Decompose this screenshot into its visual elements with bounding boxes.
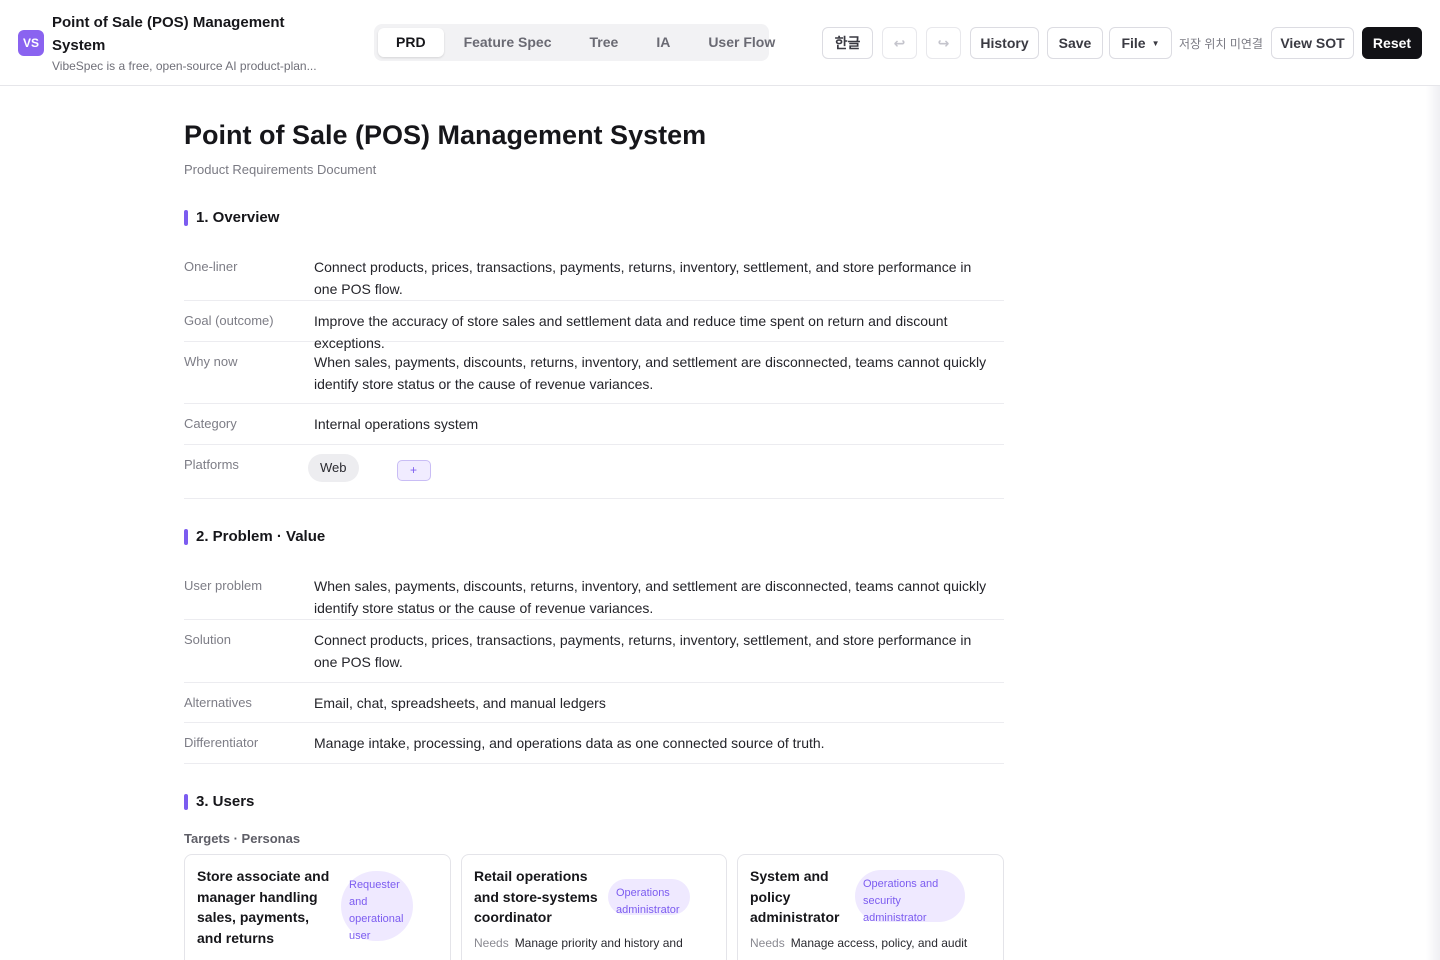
field-row: Goal (outcome) Improve the accuracy of s… bbox=[184, 301, 1004, 351]
field-value[interactable]: When sales, payments, discounts, returns… bbox=[314, 351, 1004, 394]
persona-name: Retail operations and store-systems coor… bbox=[474, 868, 598, 925]
tab-tree[interactable]: Tree bbox=[572, 28, 637, 57]
field-value[interactable]: When sales, payments, discounts, returns… bbox=[314, 575, 1004, 616]
targets-personas-heading: Targets · Personas bbox=[184, 831, 301, 846]
app-subtitle: VibeSpec is a free, open-source AI produ… bbox=[52, 59, 317, 73]
section-users-heading: 3. Users bbox=[184, 793, 254, 811]
tab-feature-spec[interactable]: Feature Spec bbox=[446, 28, 570, 57]
field-value[interactable]: Connect products, prices, transactions, … bbox=[314, 256, 1004, 297]
undo-button[interactable]: ↩ bbox=[882, 27, 917, 59]
save-button[interactable]: Save bbox=[1047, 27, 1103, 59]
needs-label: Needs bbox=[750, 936, 785, 950]
app-logo: VS bbox=[18, 30, 44, 56]
view-tabs: PRD Feature Spec Tree IA User Flow bbox=[374, 24, 775, 61]
persona-role-badge: Requester and operational user bbox=[341, 871, 413, 942]
field-label: One-liner bbox=[184, 259, 238, 274]
field-label: Platforms bbox=[184, 457, 239, 472]
needs-text: Manage access, policy, and audit bbox=[790, 936, 968, 950]
persona-role-badge: Operations and security administrator bbox=[855, 870, 965, 924]
redo-icon: ↪ bbox=[937, 35, 950, 51]
tab-user-flow[interactable]: User Flow bbox=[690, 28, 793, 57]
field-row: Alternatives Email, chat, spreadsheets, … bbox=[184, 683, 1004, 723]
field-row: Category Internal operations system bbox=[184, 404, 1004, 445]
field-row: One-liner Connect products, prices, tran… bbox=[184, 247, 1004, 301]
undo-icon: ↩ bbox=[893, 35, 906, 51]
save-location-status: 저장 위치 미연결 bbox=[1179, 37, 1263, 51]
section-overview-heading: 1. Overview bbox=[184, 209, 279, 227]
field-value[interactable]: Manage intake, processing, and operation… bbox=[314, 732, 1004, 754]
field-row: User problem When sales, payments, disco… bbox=[184, 566, 1004, 620]
field-row: Solution Connect products, prices, trans… bbox=[184, 620, 1004, 683]
field-label: Alternatives bbox=[184, 695, 252, 710]
document-title: Point of Sale (POS) Management System bbox=[184, 120, 707, 150]
section-problem-heading: 2. Problem · Value bbox=[184, 528, 325, 546]
top-bar: VS Point of Sale (POS) Management System… bbox=[0, 0, 1440, 86]
document-subtitle: Product Requirements Document bbox=[184, 162, 377, 177]
persona-name: System and policy administrator bbox=[750, 868, 840, 925]
field-value[interactable]: Connect products, prices, transactions, … bbox=[314, 629, 1004, 673]
view-sot-button[interactable]: View SOT bbox=[1271, 27, 1354, 59]
history-button[interactable]: History bbox=[970, 27, 1039, 59]
tab-prd[interactable]: PRD bbox=[378, 28, 444, 57]
chevron-down-icon: ▼ bbox=[1151, 39, 1160, 49]
overview-fields: One-liner Connect products, prices, tran… bbox=[184, 247, 1004, 499]
field-label: Solution bbox=[184, 632, 231, 647]
field-value[interactable]: Internal operations system bbox=[314, 413, 1004, 435]
persona-needs: Needs Manage priority and history and bbox=[474, 935, 714, 951]
field-label: Why now bbox=[184, 354, 238, 369]
add-platform-button[interactable]: + bbox=[396, 459, 431, 481]
persona-needs: Needs Manage access, policy, and audit bbox=[750, 935, 990, 951]
field-row-platforms: Platforms Web + bbox=[184, 445, 1004, 499]
platform-chip-list: Web + bbox=[308, 454, 998, 482]
needs-text: Manage priority and history and bbox=[514, 936, 683, 950]
file-menu-label: File bbox=[1121, 35, 1146, 51]
persona-card[interactable]: Retail operations and store-systems coor… bbox=[461, 854, 727, 960]
app-brand: VS Point of Sale (POS) Management System… bbox=[18, 10, 338, 76]
field-value[interactable]: Improve the accuracy of store sales and … bbox=[314, 310, 1004, 351]
persona-name: Store associate and manager handling sal… bbox=[197, 868, 330, 946]
persona-card[interactable]: Store associate and manager handling sal… bbox=[184, 854, 451, 960]
language-toggle-button[interactable]: 한글 bbox=[822, 27, 873, 59]
problem-fields: User problem When sales, payments, disco… bbox=[184, 566, 1004, 764]
reset-button[interactable]: Reset bbox=[1362, 27, 1422, 59]
persona-role-badge: Operations administrator bbox=[608, 879, 690, 916]
field-value[interactable]: Email, chat, spreadsheets, and manual le… bbox=[314, 692, 1004, 713]
platform-chip-web[interactable]: Web bbox=[308, 454, 359, 482]
needs-label: Needs bbox=[474, 936, 509, 950]
field-label: User problem bbox=[184, 578, 263, 593]
field-label: Goal (outcome) bbox=[184, 313, 274, 328]
field-row: Why now When sales, payments, discounts,… bbox=[184, 342, 1004, 404]
scroll-edge-shade bbox=[1426, 86, 1440, 960]
persona-cards: Store associate and manager handling sal… bbox=[184, 854, 1004, 960]
persona-card[interactable]: System and policy administrator Operatio… bbox=[737, 854, 1004, 960]
field-row: Differentiator Manage intake, processing… bbox=[184, 723, 1004, 764]
file-menu-button[interactable]: File ▼ bbox=[1109, 27, 1172, 59]
app-title: Point of Sale (POS) Management System bbox=[52, 14, 285, 54]
platform-chips: Web + bbox=[308, 454, 1004, 489]
tab-ia[interactable]: IA bbox=[638, 28, 688, 57]
field-label: Category bbox=[184, 416, 237, 431]
field-label: Differentiator bbox=[184, 735, 259, 750]
redo-button[interactable]: ↪ bbox=[926, 27, 961, 59]
